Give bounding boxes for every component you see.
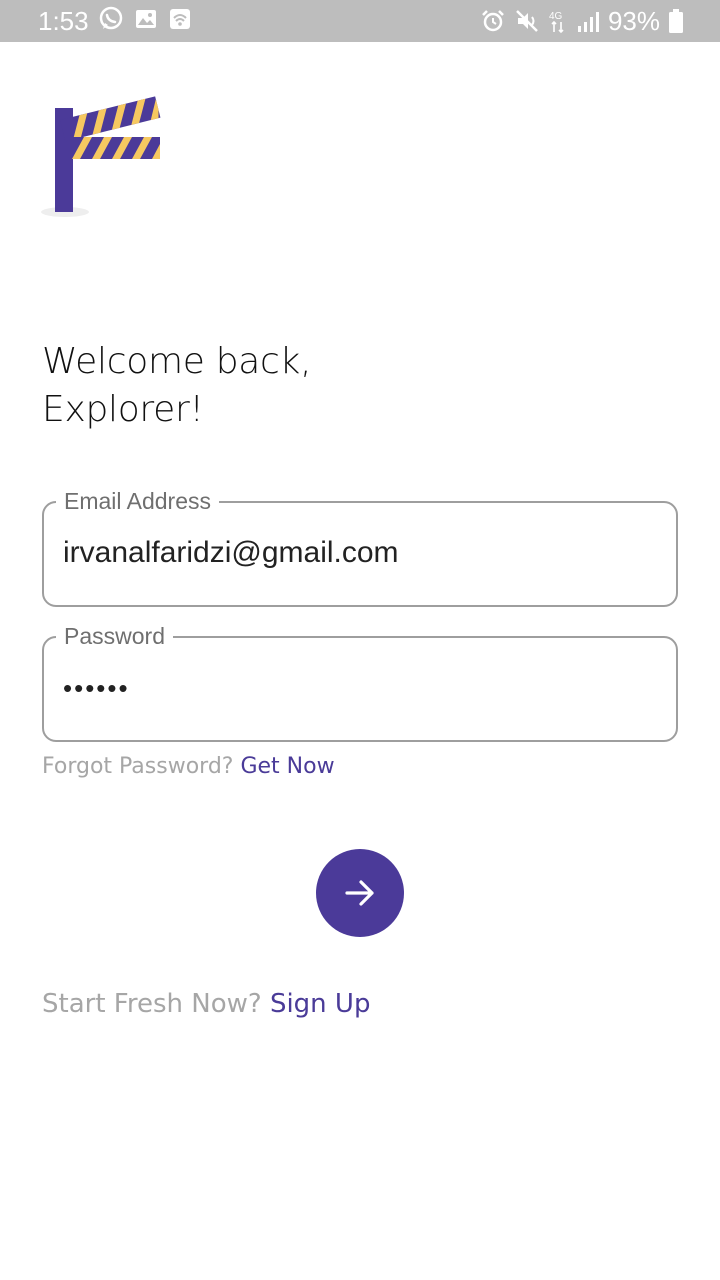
get-now-link[interactable]: Get Now — [240, 754, 334, 779]
wifi-hotspot-icon — [170, 9, 190, 29]
alarm-icon — [482, 10, 504, 32]
password-field[interactable]: Password •••••• — [42, 621, 678, 742]
status-left-icons — [98, 6, 192, 32]
battery-icon — [669, 9, 683, 33]
login-submit-button[interactable] — [316, 849, 404, 937]
forgot-password-row: Forgot Password? Get Now — [42, 752, 335, 782]
4g-icon: 4G — [549, 11, 564, 34]
status-bar: 1:53 4G 93% — [0, 0, 720, 42]
whatsapp-icon — [99, 6, 123, 30]
gallery-icon — [136, 10, 156, 28]
signup-row: Start Fresh Now? Sign Up — [42, 987, 370, 1021]
battery-percent: 93% — [607, 6, 660, 36]
password-input[interactable]: •••••• — [63, 668, 653, 708]
status-time: 1:53 — [38, 6, 89, 36]
forgot-password-prompt: Forgot Password? — [42, 754, 234, 779]
email-label: Email Address — [56, 486, 220, 516]
welcome-heading: Welcome back, Explorer! — [42, 338, 312, 434]
arrow-right-icon — [345, 880, 374, 906]
email-input[interactable]: irvanalfaridzi@gmail.com — [63, 533, 653, 573]
sign-up-link[interactable]: Sign Up — [270, 989, 371, 1019]
status-right-icons: 4G 93% — [480, 6, 684, 36]
password-label: Password — [56, 621, 173, 651]
email-field[interactable]: Email Address irvanalfaridzi@gmail.com — [42, 486, 678, 607]
mute-icon — [516, 10, 538, 32]
app-logo — [41, 96, 161, 217]
signup-prompt: Start Fresh Now? — [42, 989, 262, 1019]
welcome-line-2: Explorer! — [42, 389, 204, 430]
signal-icon — [577, 12, 599, 32]
svg-text:4G: 4G — [549, 11, 563, 22]
welcome-line-1: Welcome back, — [42, 341, 312, 382]
